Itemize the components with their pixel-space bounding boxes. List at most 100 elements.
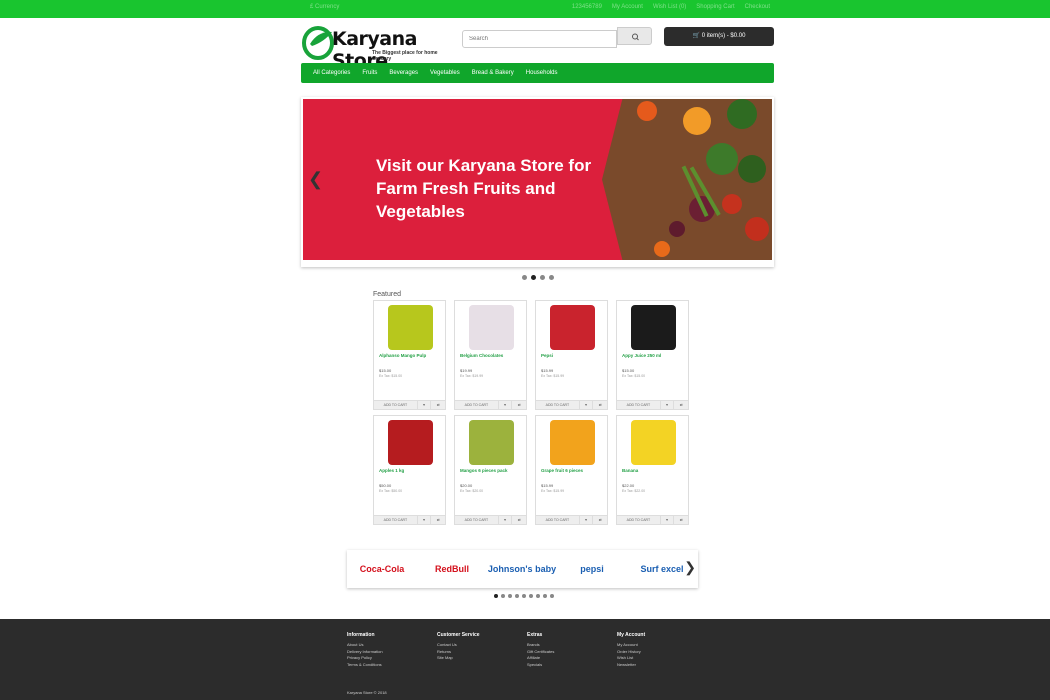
nav-fruits[interactable]: Fruits bbox=[362, 70, 377, 76]
product-name[interactable]: Apples 1 kg bbox=[379, 468, 404, 473]
product-name[interactable]: Pepsi bbox=[541, 353, 553, 358]
compare-icon[interactable]: ⇄ bbox=[674, 401, 688, 409]
brand-dot[interactable] bbox=[529, 594, 533, 598]
compare-icon[interactable]: ⇄ bbox=[431, 401, 445, 409]
wishlist-icon[interactable]: ♥ bbox=[661, 516, 675, 524]
nav-households[interactable]: Households bbox=[526, 70, 558, 76]
product-name[interactable]: Appy Juice 250 ml bbox=[622, 353, 661, 358]
cart-button[interactable]: 🛒 0 item(s) - $0.00 bbox=[664, 27, 774, 46]
nav-vegetables[interactable]: Vegetables bbox=[430, 70, 460, 76]
add-to-cart-button[interactable]: ADD TO CART bbox=[455, 401, 499, 409]
footer-column: My Account My Account Order History Wish Li… bbox=[617, 632, 645, 668]
product-actions: ADD TO CART ♥ ⇄ bbox=[536, 515, 607, 524]
wishlist-icon[interactable]: ♥ bbox=[661, 401, 675, 409]
product-name[interactable]: Banana bbox=[622, 468, 638, 473]
add-to-cart-button[interactable]: ADD TO CART bbox=[374, 401, 418, 409]
product-price: $15.99 bbox=[541, 483, 554, 488]
nav-beverages[interactable]: Beverages bbox=[389, 70, 418, 76]
add-to-cart-button[interactable]: ADD TO CART bbox=[617, 516, 661, 524]
nav-all-categories[interactable]: All Categories bbox=[313, 70, 350, 76]
product-image[interactable] bbox=[469, 420, 514, 465]
brand-dot[interactable] bbox=[522, 594, 526, 598]
compare-icon[interactable]: ⇄ bbox=[593, 516, 607, 524]
chevron-right-icon[interactable]: ❯ bbox=[684, 559, 696, 576]
brand-dot[interactable] bbox=[550, 594, 554, 598]
footer-column: Information About Us Delivery Information P… bbox=[347, 632, 383, 668]
phone-link[interactable]: 123456789 bbox=[572, 4, 602, 10]
compare-icon[interactable]: ⇄ bbox=[512, 401, 526, 409]
product-name[interactable]: Grape fruit 6 pieces bbox=[541, 468, 583, 473]
add-to-cart-button[interactable]: ADD TO CART bbox=[455, 516, 499, 524]
add-to-cart-button[interactable]: ADD TO CART bbox=[536, 401, 580, 409]
brand-dot[interactable] bbox=[508, 594, 512, 598]
search-input[interactable] bbox=[462, 30, 617, 48]
brand-dot[interactable] bbox=[494, 594, 498, 598]
product-image[interactable] bbox=[469, 305, 514, 350]
product-image[interactable] bbox=[631, 420, 676, 465]
brand-logo[interactable]: RedBull bbox=[417, 564, 487, 574]
product-card[interactable]: Pepsi $15.99 Ex Tax: $15.99 ADD TO CART … bbox=[535, 300, 608, 410]
brand-logo[interactable]: Coca-Cola bbox=[347, 564, 417, 574]
wish-list-link[interactable]: Wish List (0) bbox=[653, 4, 686, 10]
footer-link[interactable]: Site Map bbox=[437, 655, 480, 662]
product-actions: ADD TO CART ♥ ⇄ bbox=[374, 400, 445, 409]
add-to-cart-button[interactable]: ADD TO CART bbox=[536, 516, 580, 524]
currency-selector[interactable]: £ Currency bbox=[310, 4, 339, 10]
add-to-cart-button[interactable]: ADD TO CART bbox=[617, 401, 661, 409]
banner-slide[interactable]: Visit our Karyana Store for Farm Fresh F… bbox=[303, 99, 772, 260]
footer-link[interactable]: Terms & Conditions bbox=[347, 662, 383, 669]
footer-column-title: Information bbox=[347, 632, 375, 638]
product-name[interactable]: Mangos 6 pieces pack bbox=[460, 468, 508, 473]
product-card[interactable]: Grape fruit 6 pieces $15.99 Ex Tax: $15.… bbox=[535, 415, 608, 525]
logo[interactable]: Karyana Store The Biggest place for home… bbox=[302, 26, 452, 72]
my-account-link[interactable]: My Account bbox=[612, 4, 643, 10]
product-tax: Ex Tax: $15.00 bbox=[622, 374, 646, 378]
footer-link[interactable]: Specials bbox=[527, 662, 554, 669]
product-image[interactable] bbox=[550, 420, 595, 465]
shopping-cart-link[interactable]: Shopping Cart bbox=[696, 4, 734, 10]
add-to-cart-button[interactable]: ADD TO CART bbox=[374, 516, 418, 524]
product-image[interactable] bbox=[388, 420, 433, 465]
banner-dot[interactable] bbox=[549, 275, 554, 280]
compare-icon[interactable]: ⇄ bbox=[512, 516, 526, 524]
product-name[interactable]: Alphanso Mango Pulp bbox=[379, 353, 426, 358]
product-image[interactable] bbox=[550, 305, 595, 350]
product-image[interactable] bbox=[631, 305, 676, 350]
banner-text: Visit our Karyana Store for Farm Fresh F… bbox=[376, 156, 592, 221]
wishlist-icon[interactable]: ♥ bbox=[580, 401, 594, 409]
wishlist-icon[interactable]: ♥ bbox=[499, 516, 513, 524]
compare-icon[interactable]: ⇄ bbox=[431, 516, 445, 524]
brand-dot[interactable] bbox=[501, 594, 505, 598]
wishlist-icon[interactable]: ♥ bbox=[418, 401, 432, 409]
wishlist-icon[interactable]: ♥ bbox=[418, 516, 432, 524]
brand-dot[interactable] bbox=[543, 594, 547, 598]
brand-dot[interactable] bbox=[515, 594, 519, 598]
banner-dot[interactable] bbox=[522, 275, 527, 280]
product-card[interactable]: Apples 1 kg $50.00 Ex Tax: $50.00 ADD TO… bbox=[373, 415, 446, 525]
compare-icon[interactable]: ⇄ bbox=[674, 516, 688, 524]
brand-logo[interactable]: pepsi bbox=[557, 564, 627, 574]
search-button[interactable] bbox=[617, 27, 652, 45]
product-card[interactable]: Alphanso Mango Pulp $15.00 Ex Tax: $15.0… bbox=[373, 300, 446, 410]
product-card[interactable]: Banana $22.00 Ex Tax: $22.00 ADD TO CART… bbox=[616, 415, 689, 525]
product-card[interactable]: Appy Juice 250 ml $15.00 Ex Tax: $15.00 … bbox=[616, 300, 689, 410]
product-actions: ADD TO CART ♥ ⇄ bbox=[536, 400, 607, 409]
product-image[interactable] bbox=[388, 305, 433, 350]
banner-dot[interactable] bbox=[540, 275, 545, 280]
banner-dot[interactable] bbox=[531, 275, 536, 280]
footer-link[interactable]: Newsletter bbox=[617, 662, 645, 669]
product-card[interactable]: Belgium Chocolates $19.99 Ex Tax: $19.99… bbox=[454, 300, 527, 410]
product-name[interactable]: Belgium Chocolates bbox=[460, 353, 503, 358]
brand-carousel: Coca-Cola RedBull Johnson's baby pepsi Surf … bbox=[347, 550, 698, 588]
product-actions: ADD TO CART ♥ ⇄ bbox=[617, 515, 688, 524]
brand-dot[interactable] bbox=[536, 594, 540, 598]
product-card[interactable]: Mangos 6 pieces pack $20.00 Ex Tax: $20.… bbox=[454, 415, 527, 525]
wishlist-icon[interactable]: ♥ bbox=[580, 516, 594, 524]
product-actions: ADD TO CART ♥ ⇄ bbox=[455, 400, 526, 409]
brand-logo[interactable]: Johnson's baby bbox=[487, 564, 557, 574]
compare-icon[interactable]: ⇄ bbox=[593, 401, 607, 409]
checkout-link[interactable]: Checkout bbox=[745, 4, 770, 10]
chevron-left-icon[interactable]: ❮ bbox=[308, 169, 323, 190]
nav-bread-bakery[interactable]: Bread & Bakery bbox=[472, 70, 514, 76]
wishlist-icon[interactable]: ♥ bbox=[499, 401, 513, 409]
